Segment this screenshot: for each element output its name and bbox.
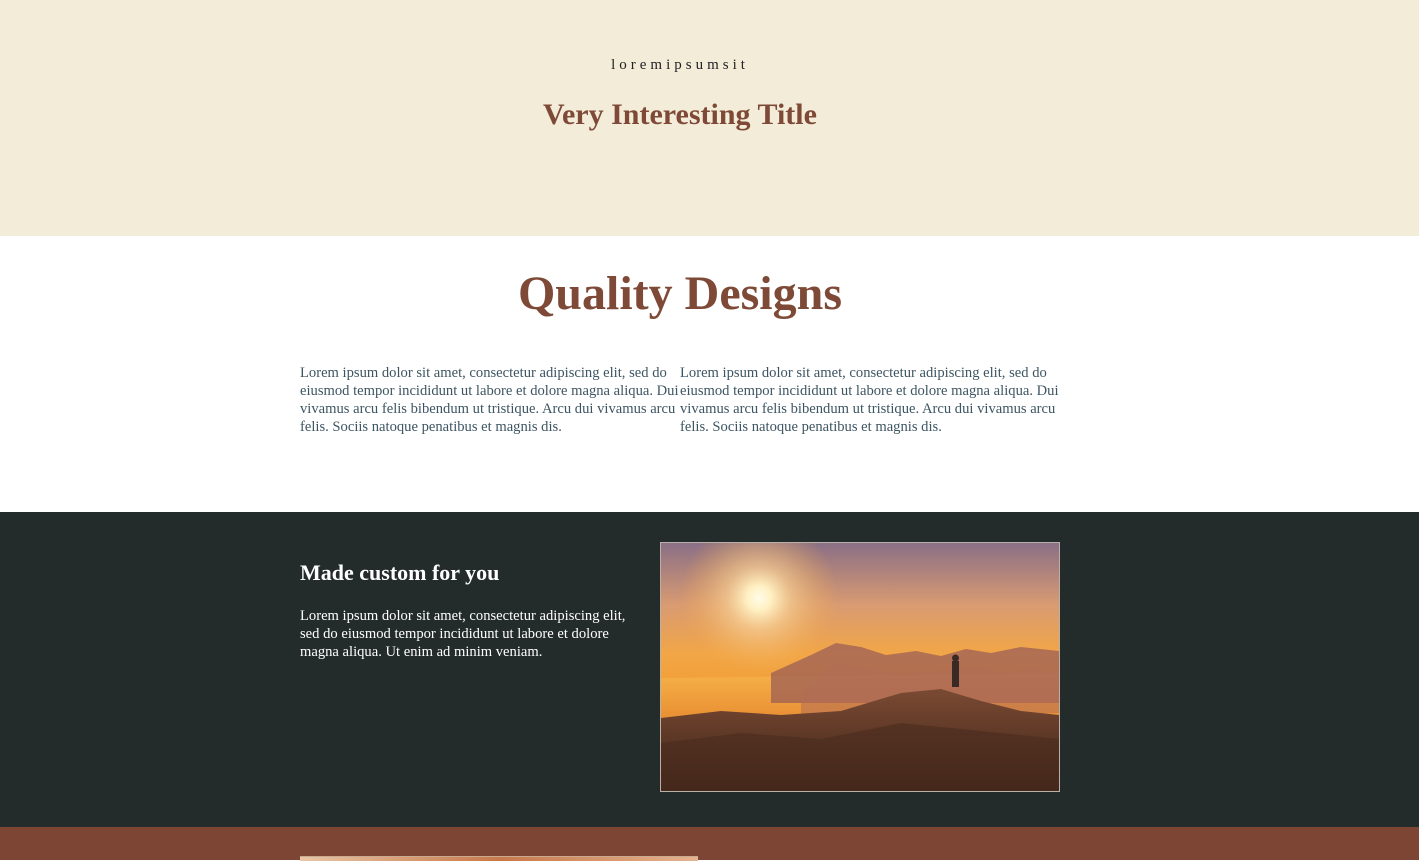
quality-text-column-1: Lorem ipsum dolor sit amet, consectetur … <box>300 365 679 435</box>
custom-heading: Made custom for you <box>300 560 500 585</box>
custom-section: Made custom for you Lorem ipsum dolor si… <box>0 512 1419 827</box>
footer-image-top-edge <box>300 856 698 861</box>
hero-title: Very Interesting Title <box>543 98 817 131</box>
hero-section: loremipsumsit Very Interesting Title <box>0 0 1419 236</box>
custom-body-text: Lorem ipsum dolor sit amet, consectetur … <box>300 608 626 660</box>
hero-tagline: loremipsumsit <box>611 57 749 73</box>
quality-heading: Quality Designs <box>517 267 843 320</box>
footer-band <box>0 827 1419 861</box>
sunset-mountain-photo <box>660 542 1060 792</box>
quality-text-column-2: Lorem ipsum dolor sit amet, consectetur … <box>680 365 1059 435</box>
quality-section: Quality Designs Lorem ipsum dolor sit am… <box>0 236 1419 512</box>
